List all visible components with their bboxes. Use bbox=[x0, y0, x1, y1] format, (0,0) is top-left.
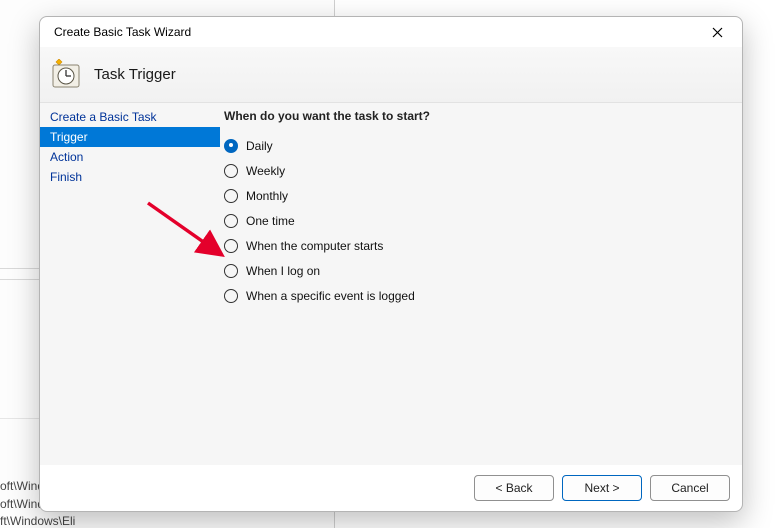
radio-daily[interactable]: Daily bbox=[224, 133, 732, 158]
radio-label: When a specific event is logged bbox=[246, 289, 415, 303]
wizard-content: When do you want the task to start? Dail… bbox=[220, 103, 742, 465]
radio-icon bbox=[224, 139, 238, 153]
cancel-button[interactable]: Cancel bbox=[650, 475, 730, 501]
wizard-sidebar: Create a Basic TaskTriggerActionFinish bbox=[40, 103, 220, 465]
radio-label: When the computer starts bbox=[246, 239, 383, 253]
sidebar-item-trigger[interactable]: Trigger bbox=[40, 127, 220, 147]
radio-label: Daily bbox=[246, 139, 273, 153]
back-label: < Back bbox=[495, 481, 532, 495]
radio-icon bbox=[224, 214, 238, 228]
radio-icon bbox=[224, 289, 238, 303]
radio-label: One time bbox=[246, 214, 295, 228]
radio-icon bbox=[224, 189, 238, 203]
radio-when-i-log-on[interactable]: When I log on bbox=[224, 258, 732, 283]
radio-when-the-computer-starts[interactable]: When the computer starts bbox=[224, 233, 732, 258]
radio-label: Weekly bbox=[246, 164, 285, 178]
radio-icon bbox=[224, 164, 238, 178]
radio-icon bbox=[224, 239, 238, 253]
wizard-header: Task Trigger bbox=[40, 47, 742, 103]
trigger-question: When do you want the task to start? bbox=[224, 109, 732, 123]
wizard-body: Create a Basic TaskTriggerActionFinish W… bbox=[40, 103, 742, 465]
radio-label: Monthly bbox=[246, 189, 288, 203]
cancel-label: Cancel bbox=[671, 481, 708, 495]
bg-text-3: ft\Windows\Eli bbox=[0, 514, 75, 528]
sidebar-item-action[interactable]: Action bbox=[40, 147, 220, 167]
trigger-options: Daily Weekly Monthly One time When the compu… bbox=[224, 133, 732, 308]
sidebar-item-finish[interactable]: Finish bbox=[40, 167, 220, 187]
titlebar: Create Basic Task Wizard bbox=[40, 17, 742, 47]
radio-label: When I log on bbox=[246, 264, 320, 278]
radio-icon bbox=[224, 264, 238, 278]
wizard-footer: < Back Next > Cancel bbox=[40, 465, 742, 511]
page-title: Task Trigger bbox=[94, 66, 176, 83]
radio-monthly[interactable]: Monthly bbox=[224, 183, 732, 208]
back-button[interactable]: < Back bbox=[474, 475, 554, 501]
radio-weekly[interactable]: Weekly bbox=[224, 158, 732, 183]
radio-when-a-specific-event-is-logged[interactable]: When a specific event is logged bbox=[224, 283, 732, 308]
close-button[interactable] bbox=[700, 18, 734, 46]
radio-one-time[interactable]: One time bbox=[224, 208, 732, 233]
wizard-dialog: Create Basic Task Wizard Task Trigger Cr… bbox=[39, 16, 743, 512]
next-button[interactable]: Next > bbox=[562, 475, 642, 501]
window-title: Create Basic Task Wizard bbox=[54, 25, 191, 39]
task-scheduler-icon bbox=[50, 59, 82, 91]
close-icon bbox=[712, 27, 723, 38]
next-label: Next > bbox=[584, 481, 619, 495]
sidebar-item-create-a-basic-task[interactable]: Create a Basic Task bbox=[40, 107, 220, 127]
